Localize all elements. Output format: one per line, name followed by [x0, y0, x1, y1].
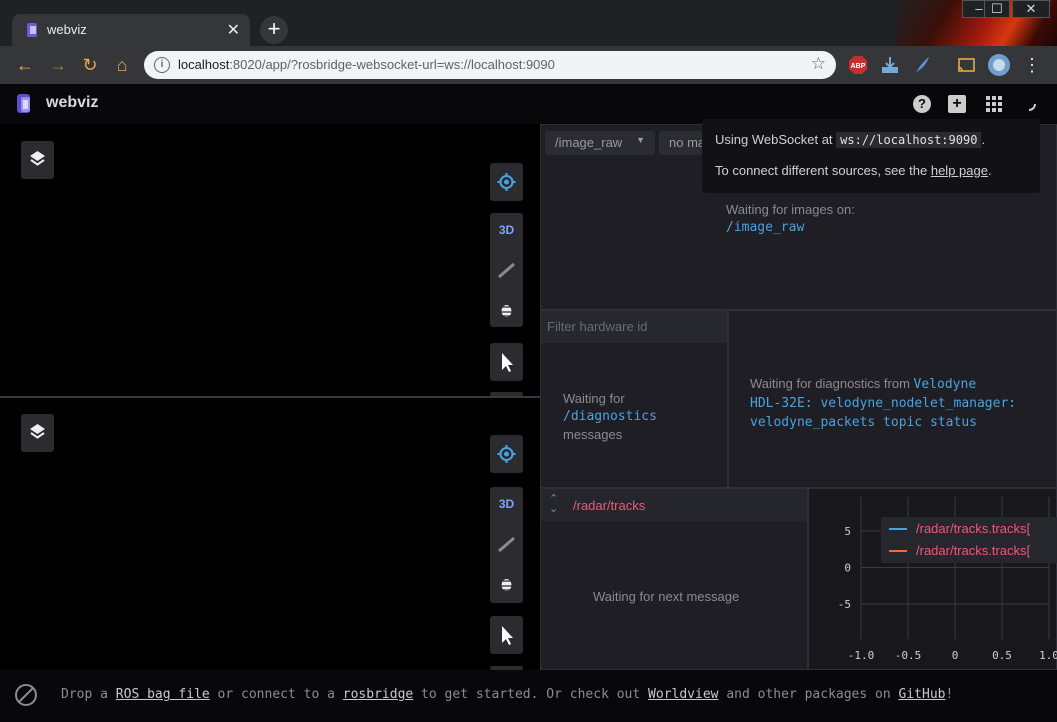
- maximize-button[interactable]: ☐: [984, 0, 1010, 18]
- 3d-panel-top[interactable]: 3D: [5, 124, 537, 396]
- rosbridge-link[interactable]: rosbridge: [343, 687, 413, 702]
- cast-icon[interactable]: [956, 55, 976, 75]
- new-tab-button[interactable]: +: [260, 16, 288, 44]
- webviz-favicon-icon: [27, 23, 37, 37]
- diagnostics-waiting-topic: /diagnostics: [563, 409, 657, 424]
- plot-x-tick-label: 1.0: [1039, 649, 1057, 662]
- layers-icon: [30, 151, 45, 166]
- connection-tooltip: Using WebSocket at ws://localhost:9090. …: [702, 119, 1040, 193]
- plot-panel[interactable]: -1.0 -0.5 0 0.5 1.0 5 0 -5/radar/tracks.tracks[…: [808, 488, 1057, 670]
- plot-x-tick-label: -0.5: [895, 649, 922, 662]
- debug-bug-icon[interactable]: [490, 569, 523, 599]
- plot-y-tick-label: -5: [838, 598, 851, 611]
- browser-tab[interactable]: webviz ✕: [12, 14, 250, 46]
- footer-bar: Drop a ROS bag file or connect to a rosb…: [0, 670, 1057, 722]
- svg-text:ABP: ABP: [851, 63, 866, 70]
- add-panel-icon[interactable]: +: [948, 95, 966, 113]
- crosshair-icon: [497, 445, 516, 463]
- image-topic-dropdown[interactable]: /image_raw ▼: [545, 131, 655, 155]
- footer-message: Drop a ROS bag file or connect to a rosb…: [61, 687, 954, 702]
- diagnostics-detail-panel[interactable]: Waiting for diagnostics from Velodyne HD…: [728, 310, 1057, 488]
- close-window-button[interactable]: ✕: [1012, 0, 1050, 18]
- adblock-extension-icon[interactable]: ABP: [848, 55, 868, 75]
- right-panel-grid: /image_raw ▼ no ma Waiting for images on…: [540, 124, 1057, 670]
- raw-messages-waiting: Waiting for next message: [593, 589, 740, 604]
- reload-icon[interactable]: ↻: [79, 54, 101, 76]
- plot-chart[interactable]: -1.0 -0.5 0 0.5 1.0 5 0 -5/radar/tracks.tracks[…: [809, 489, 1057, 671]
- marker-dropdown[interactable]: no ma: [659, 131, 703, 155]
- view-controls: 3D: [490, 487, 523, 603]
- bookmark-star-icon[interactable]: ☆: [811, 54, 826, 74]
- image-waiting-topic: /image_raw: [726, 220, 805, 235]
- tooltip-line-1: Using WebSocket at ws://localhost:9090.: [715, 132, 986, 148]
- worldview-link[interactable]: Worldview: [648, 687, 718, 702]
- app-header: webviz ? +: [0, 84, 1057, 124]
- forward-arrow-icon[interactable]: →: [47, 54, 69, 76]
- browser-titlebar: webviz ✕ + – ☐ ✕: [0, 0, 1057, 46]
- cursor-arrow-icon: [502, 353, 513, 372]
- home-icon[interactable]: ⌂: [111, 54, 133, 76]
- address-bar[interactable]: i localhost:8020/app/?rosbridge-websocke…: [144, 51, 836, 79]
- layers-button[interactable]: [21, 141, 54, 179]
- filter-hardware-input[interactable]: Filter hardware id: [541, 311, 727, 343]
- raw-messages-panel[interactable]: ⌃ ⌄ /radar/tracks Waiting for next messag…: [540, 488, 808, 670]
- select-tool-button[interactable]: [490, 616, 523, 654]
- browser-menu-icon[interactable]: ⋮: [1021, 54, 1043, 76]
- profile-avatar-icon[interactable]: [987, 53, 1011, 77]
- app-name: webviz: [46, 94, 99, 111]
- download-extension-icon[interactable]: [880, 55, 900, 75]
- raw-messages-topic[interactable]: /radar/tracks: [573, 498, 645, 513]
- raw-messages-header: ⌃ ⌄ /radar/tracks: [541, 489, 807, 521]
- plot-legend-label: /radar/tracks.tracks[: [916, 521, 1031, 536]
- connection-spinner-icon[interactable]: [1020, 95, 1038, 113]
- plot-x-tick-label: 0: [952, 649, 959, 662]
- ruler-icon[interactable]: [490, 529, 523, 559]
- follow-target-button[interactable]: [490, 435, 523, 473]
- ruler-icon[interactable]: [490, 255, 523, 285]
- plot-x-tick-label: 0.5: [992, 649, 1012, 662]
- feather-extension-icon[interactable]: [912, 55, 932, 75]
- toggle-3d-button[interactable]: 3D: [490, 489, 523, 519]
- cursor-arrow-icon: [502, 626, 513, 645]
- webviz-logo-icon: [17, 94, 30, 113]
- toggle-3d-button[interactable]: 3D: [490, 215, 523, 245]
- plot-y-tick-label: 5: [844, 525, 851, 538]
- image-waiting-text: Waiting for images on:: [726, 202, 855, 217]
- crosshair-icon: [497, 173, 516, 191]
- github-link[interactable]: GitHub: [899, 687, 946, 702]
- tooltip-line-2: To connect different sources, see the he…: [715, 163, 992, 178]
- diagnostics-list-panel[interactable]: Filter hardware id Waiting for /diagnost…: [540, 310, 728, 488]
- help-page-link[interactable]: help page: [931, 163, 988, 178]
- back-arrow-icon[interactable]: ←: [14, 54, 36, 76]
- address-url: localhost:8020/app/?rosbridge-websocket-…: [178, 57, 555, 72]
- 3d-panel-bottom[interactable]: 3D: [5, 398, 537, 670]
- follow-target-button[interactable]: [490, 163, 523, 201]
- layout-grid-icon[interactable]: [985, 95, 1003, 113]
- expand-collapse-icon[interactable]: ⌃ ⌄: [549, 494, 558, 515]
- tab-title: webviz: [47, 22, 87, 37]
- plot-legend-label: /radar/tracks.tracks[: [916, 543, 1031, 558]
- ros-bag-link[interactable]: ROS bag file: [116, 687, 210, 702]
- plot-y-tick-label: 0: [844, 562, 851, 575]
- tab-close-icon[interactable]: ✕: [227, 20, 240, 40]
- help-icon[interactable]: ?: [913, 95, 931, 113]
- view-controls: 3D: [490, 213, 523, 327]
- chevron-down-icon: ▼: [636, 135, 645, 145]
- debug-bug-icon[interactable]: [490, 295, 523, 325]
- diagnostics-waiting-2: messages: [563, 427, 623, 442]
- diagnostics-waiting-1: Waiting for: [563, 391, 625, 406]
- no-connection-icon: [15, 684, 37, 706]
- select-tool-button[interactable]: [490, 343, 523, 381]
- plot-x-tick-label: -1.0: [848, 649, 875, 662]
- layers-icon: [30, 424, 45, 439]
- diagnostics-detail-text: Waiting for diagnostics from Velodyne HD…: [750, 376, 1017, 430]
- layers-button[interactable]: [21, 414, 54, 452]
- browser-toolbar: ← → ↻ ⌂ i localhost:8020/app/?rosbridge-…: [0, 46, 1057, 84]
- site-info-icon[interactable]: i: [154, 57, 170, 73]
